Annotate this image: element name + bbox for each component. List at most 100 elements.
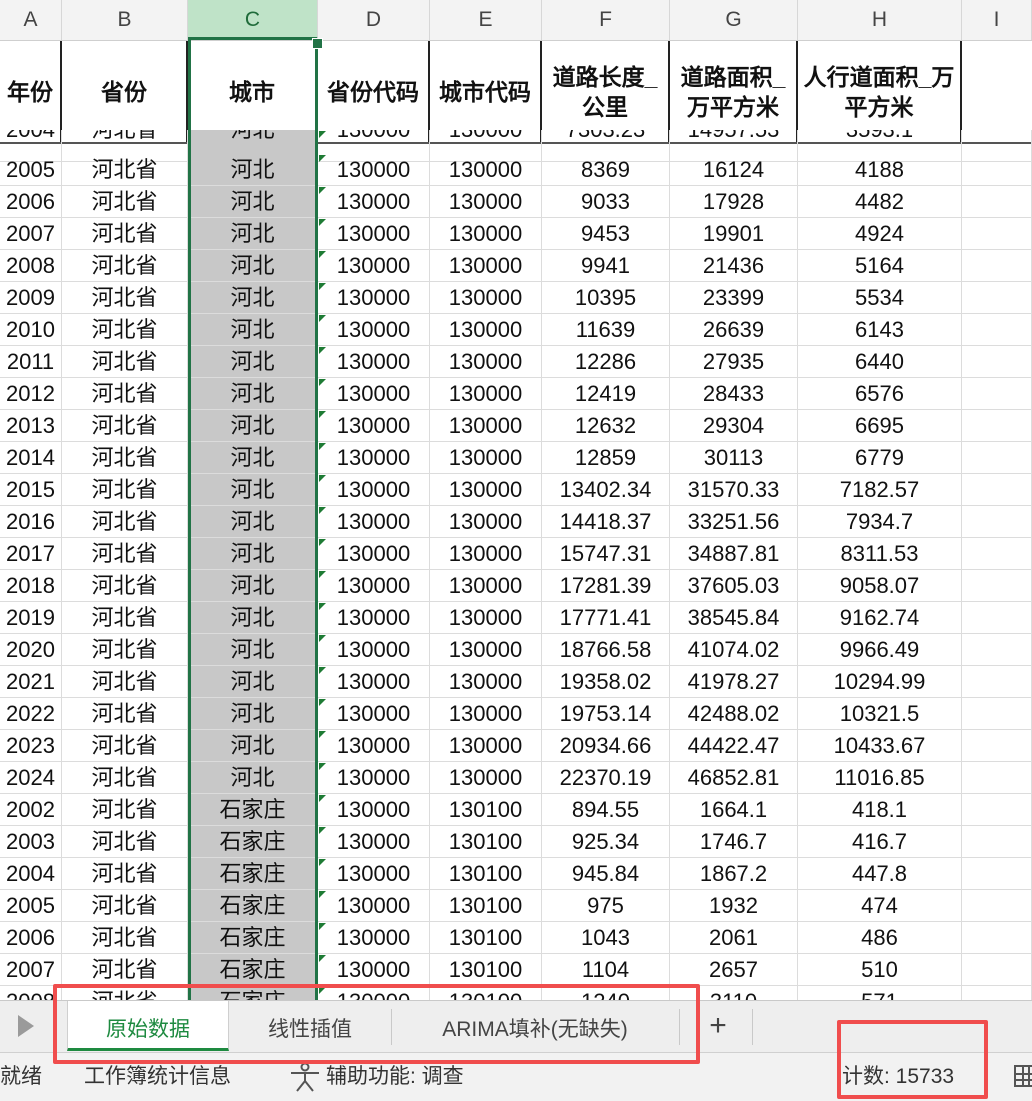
table-cell[interactable]: 34887.81 (670, 538, 798, 569)
table-cell[interactable]: 石家庄 (188, 826, 318, 857)
table-cell[interactable]: 2012 (0, 378, 62, 409)
table-cell[interactable]: 130000 (318, 474, 430, 505)
table-cell[interactable]: 石家庄 (188, 922, 318, 953)
table-cell[interactable]: 42488.02 (670, 698, 798, 729)
table-cell[interactable]: 130000 (318, 314, 430, 345)
table-cell[interactable]: 31570.33 (670, 474, 798, 505)
table-cell-empty[interactable] (962, 474, 1032, 505)
table-cell[interactable]: 石家庄 (188, 954, 318, 985)
table-cell[interactable]: 130000 (430, 250, 542, 281)
table-cell[interactable]: 130100 (430, 858, 542, 889)
table-cell[interactable]: 130000 (318, 762, 430, 793)
table-cell[interactable]: 河北省 (62, 346, 188, 377)
header-cell[interactable]: 省份代码 (318, 41, 430, 142)
table-cell[interactable]: 9966.49 (798, 634, 962, 665)
table-cell[interactable]: 130000 (430, 442, 542, 473)
table-cell[interactable]: 2018 (0, 570, 62, 601)
table-cell[interactable]: 130100 (430, 922, 542, 953)
table-cell[interactable]: 130000 (430, 346, 542, 377)
table-cell[interactable]: 130000 (318, 794, 430, 825)
table-cell[interactable]: 河北省 (62, 186, 188, 217)
table-cell[interactable]: 44422.47 (670, 730, 798, 761)
table-cell[interactable]: 河北 (188, 442, 318, 473)
table-cell[interactable]: 河北省 (62, 666, 188, 697)
table-cell[interactable]: 416.7 (798, 826, 962, 857)
table-cell[interactable]: 7182.57 (798, 474, 962, 505)
table-cell-empty[interactable] (962, 314, 1032, 345)
table-cell[interactable]: 21436 (670, 250, 798, 281)
table-cell[interactable]: 130000 (318, 986, 430, 1000)
column-header-G[interactable]: G (670, 0, 798, 40)
table-cell[interactable]: 130000 (430, 154, 542, 185)
table-cell[interactable]: 975 (542, 890, 670, 921)
table-cell-empty[interactable] (962, 762, 1032, 793)
table-cell[interactable]: 石家庄 (188, 986, 318, 1000)
table-cell[interactable]: 2011 (0, 346, 62, 377)
table-cell[interactable]: 河北省 (62, 538, 188, 569)
table-cell[interactable]: 130000 (318, 858, 430, 889)
table-cell[interactable]: 474 (798, 890, 962, 921)
table-cell[interactable]: 2007 (0, 218, 62, 249)
table-cell[interactable]: 130000 (318, 282, 430, 313)
tab-original-data[interactable]: 原始数据 (67, 1001, 229, 1051)
table-cell[interactable]: 河北省 (62, 570, 188, 601)
table-cell[interactable]: 12632 (542, 410, 670, 441)
tab-arima-fill[interactable]: ARIMA填补(无缺失) (392, 1001, 678, 1051)
table-cell[interactable]: 1664.1 (670, 794, 798, 825)
table-cell[interactable]: 2006 (0, 186, 62, 217)
table-cell[interactable]: 22370.19 (542, 762, 670, 793)
table-cell[interactable]: 130100 (430, 986, 542, 1000)
table-cell[interactable]: 17928 (670, 186, 798, 217)
table-cell[interactable]: 130000 (318, 506, 430, 537)
table-cell[interactable]: 894.55 (542, 794, 670, 825)
table-cell[interactable]: 2007 (0, 954, 62, 985)
table-cell[interactable]: 130000 (318, 378, 430, 409)
table-cell-empty[interactable] (962, 794, 1032, 825)
table-cell[interactable]: 130000 (430, 378, 542, 409)
table-cell[interactable]: 2016 (0, 506, 62, 537)
tab-linear-interpolation[interactable]: 线性插值 (229, 1001, 391, 1051)
table-cell[interactable]: 6576 (798, 378, 962, 409)
table-cell[interactable]: 130000 (318, 154, 430, 185)
table-cell[interactable]: 河北 (188, 218, 318, 249)
table-cell[interactable]: 41074.02 (670, 634, 798, 665)
table-cell[interactable]: 130000 (430, 314, 542, 345)
table-cell[interactable]: 19901 (670, 218, 798, 249)
table-cell[interactable]: 130100 (430, 890, 542, 921)
table-cell[interactable]: 1240 (542, 986, 670, 1000)
table-cell[interactable]: 9162.74 (798, 602, 962, 633)
table-cell[interactable]: 河北 (188, 570, 318, 601)
table-cell[interactable]: 33251.56 (670, 506, 798, 537)
accessibility-button[interactable]: 辅助功能: 调查 (288, 1053, 464, 1101)
header-cell[interactable]: 城市 (188, 41, 318, 142)
table-cell[interactable]: 石家庄 (188, 858, 318, 889)
table-cell[interactable]: 130000 (318, 346, 430, 377)
table-cell-empty[interactable] (962, 986, 1032, 1000)
table-cell[interactable]: 2010 (0, 314, 62, 345)
table-cell[interactable]: 29304 (670, 410, 798, 441)
workbook-statistics-button[interactable]: 工作簿统计信息 (84, 1053, 231, 1101)
table-cell[interactable]: 130000 (318, 954, 430, 985)
column-header-E[interactable]: E (430, 0, 542, 40)
table-cell[interactable]: 9033 (542, 186, 670, 217)
table-cell[interactable]: 16124 (670, 154, 798, 185)
table-cell[interactable]: 130000 (430, 730, 542, 761)
table-cell[interactable]: 河北 (188, 378, 318, 409)
table-cell[interactable]: 130000 (430, 634, 542, 665)
table-cell[interactable]: 1867.2 (670, 858, 798, 889)
table-cell[interactable]: 河北 (188, 282, 318, 313)
table-cell-empty[interactable] (962, 218, 1032, 249)
table-cell[interactable]: 23399 (670, 282, 798, 313)
header-cell[interactable]: 人行道面积_万 平方米 (798, 41, 962, 142)
table-cell[interactable]: 130000 (430, 698, 542, 729)
table-cell[interactable]: 河北省 (62, 698, 188, 729)
table-cell[interactable]: 2009 (0, 282, 62, 313)
table-cell[interactable]: 2005 (0, 890, 62, 921)
table-cell[interactable]: 1932 (670, 890, 798, 921)
table-cell[interactable]: 130000 (318, 186, 430, 217)
table-cell[interactable]: 130000 (318, 890, 430, 921)
table-cell[interactable]: 945.84 (542, 858, 670, 889)
table-cell[interactable]: 2008 (0, 250, 62, 281)
table-cell-empty[interactable] (962, 666, 1032, 697)
table-cell[interactable]: 9058.07 (798, 570, 962, 601)
